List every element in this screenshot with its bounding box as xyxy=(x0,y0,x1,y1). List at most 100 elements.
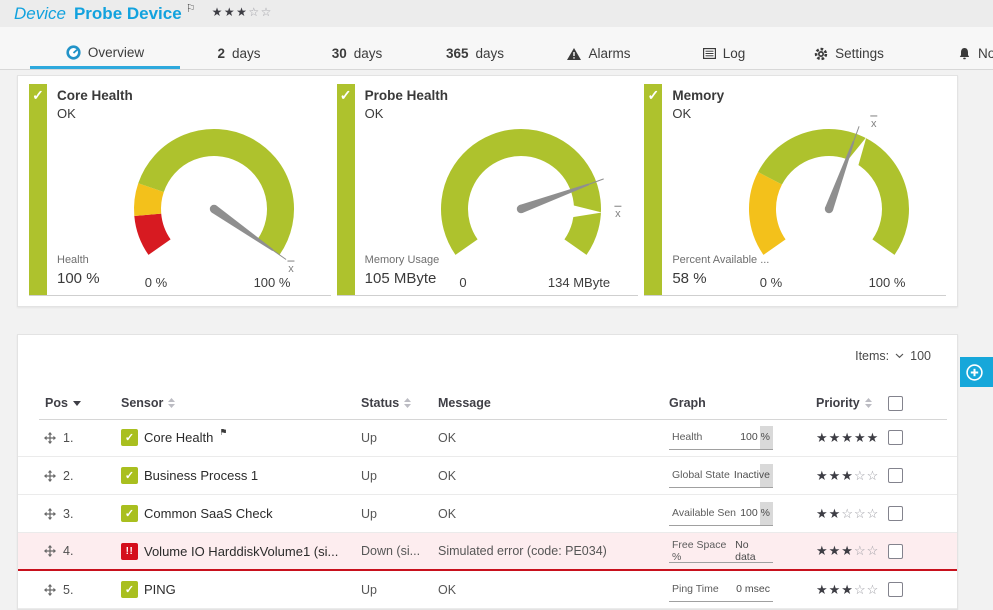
tab-30-days[interactable]: 30days xyxy=(298,38,416,69)
mini-graph-label: Free Space % xyxy=(672,539,735,563)
mini-graph-value: No data xyxy=(735,539,770,563)
svg-text:x: x xyxy=(616,208,622,220)
tab-365-days[interactable]: 365days xyxy=(416,38,534,69)
sensor-link[interactable]: Business Process 1 xyxy=(144,468,258,483)
message-text: OK xyxy=(428,431,661,445)
device-priority-stars[interactable]: ★★★☆☆ xyxy=(212,5,273,19)
sensor-link[interactable]: PING xyxy=(144,582,176,597)
column-header-message[interactable]: Message xyxy=(428,396,661,410)
gauge-card-core-health[interactable]: ✓ Core Health OK x0 %100 % Health 100 % xyxy=(29,84,331,296)
move-handle-icon[interactable] xyxy=(44,470,56,482)
bell-icon xyxy=(958,47,971,60)
gauges-panel: ✓ Core Health OK x0 %100 % Health 100 % … xyxy=(17,75,958,307)
sort-both-icon xyxy=(168,398,175,408)
title-bar: Device Probe Device ⚐ ★★★☆☆ xyxy=(0,0,993,27)
message-text: Simulated error (code: PE034) xyxy=(428,544,661,558)
status-text: Up xyxy=(351,583,428,597)
sensor-link[interactable]: Core Health xyxy=(144,430,213,445)
svg-text:134 MByte: 134 MByte xyxy=(548,275,610,290)
position-label: 2. xyxy=(63,469,73,483)
position-label: 3. xyxy=(63,507,73,521)
row-checkbox[interactable] xyxy=(888,582,903,597)
sensor-state-icon: ✓ xyxy=(121,429,138,446)
mini-graph-value: Inactive xyxy=(734,469,770,481)
sort-desc-icon xyxy=(73,401,81,406)
add-button[interactable] xyxy=(960,357,993,387)
gauge-icon xyxy=(66,45,81,60)
row-checkbox[interactable] xyxy=(888,506,903,521)
move-handle-icon[interactable] xyxy=(44,545,56,557)
page-title[interactable]: Probe Device xyxy=(74,4,182,24)
mini-graph-label: Ping Time xyxy=(672,583,719,595)
tab-2-days[interactable]: 2days xyxy=(180,38,298,69)
chevron-down-icon xyxy=(895,353,904,359)
column-header-pos[interactable]: Pos xyxy=(39,396,111,410)
tab-log[interactable]: Log xyxy=(664,38,784,69)
svg-text:0: 0 xyxy=(460,275,467,290)
table-row[interactable]: 4. !! Volume IO HarddiskVolume1 (si... ⚑… xyxy=(18,533,957,571)
gauge-title: Core Health xyxy=(57,88,133,103)
items-count-dropdown[interactable]: Items: 100 xyxy=(855,349,931,363)
mini-graph-value: 100 % xyxy=(740,507,770,519)
priority-stars[interactable]: ★★★☆☆ xyxy=(806,582,886,598)
message-text: OK xyxy=(428,469,661,483)
position-label: 5. xyxy=(63,583,73,597)
svg-text:100 %: 100 % xyxy=(253,275,290,290)
position-label: 1. xyxy=(63,431,73,445)
svg-text:x: x xyxy=(288,263,294,275)
priority-stars[interactable]: ★★★★★ xyxy=(806,430,886,446)
table-row[interactable]: 5. ✓ PING ⚑ Up OK Ping Time 0 msec ★★★☆☆ xyxy=(18,571,957,609)
move-handle-icon[interactable] xyxy=(44,432,56,444)
primary-channel: Memory Usage 105 MByte xyxy=(365,254,440,287)
mini-graph[interactable]: Free Space % No data xyxy=(669,539,773,563)
column-header-priority[interactable]: Priority xyxy=(806,396,886,410)
sort-both-icon xyxy=(404,398,411,408)
row-checkbox[interactable] xyxy=(888,430,903,445)
gauge-title: Memory xyxy=(672,88,724,103)
priority-stars[interactable]: ★★★☆☆ xyxy=(806,543,886,559)
gauge-card-memory[interactable]: ✓ Memory OK x0 %100 % Percent Available … xyxy=(644,84,946,296)
row-checkbox[interactable] xyxy=(888,544,903,559)
sensor-state-icon: !! xyxy=(121,543,138,560)
priority-stars[interactable]: ★★☆☆☆ xyxy=(806,506,886,522)
tab-notifications[interactable]: Notifications xyxy=(914,38,993,69)
sensor-ok-bar: ✓ xyxy=(29,84,47,295)
gauge-status: OK xyxy=(672,106,691,121)
mini-graph-label: Health xyxy=(672,431,702,443)
mini-graph[interactable]: Available Sen 100 % xyxy=(669,502,773,526)
column-header-sensor[interactable]: Sensor xyxy=(111,396,351,410)
mini-graph-value: 0 msec xyxy=(736,583,770,595)
column-header-status[interactable]: Status xyxy=(351,396,428,410)
sensor-state-icon: ✓ xyxy=(121,467,138,484)
mini-graph-label: Available Sen xyxy=(672,507,736,519)
row-checkbox[interactable] xyxy=(888,468,903,483)
gauge-status: OK xyxy=(365,106,384,121)
select-all-checkbox[interactable] xyxy=(888,396,903,411)
table-row[interactable]: 2. ✓ Business Process 1 ⚑ Up OK Global S… xyxy=(18,457,957,495)
mini-graph[interactable]: Health 100 % xyxy=(669,426,773,450)
column-header-graph[interactable]: Graph xyxy=(661,396,806,410)
tab-settings[interactable]: Settings xyxy=(784,38,914,69)
table-header: Pos Sensor Status Message Graph Priority xyxy=(39,387,947,420)
sort-both-icon xyxy=(865,398,872,408)
move-handle-icon[interactable] xyxy=(44,508,56,520)
table-row[interactable]: 1. ✓ Core Health ⚑ Up OK Health 100 % ★★… xyxy=(18,419,957,457)
flag-icon: ⚑ xyxy=(219,429,227,438)
table-row[interactable]: 3. ✓ Common SaaS Check ⚑ Up OK Available… xyxy=(18,495,957,533)
gauge-card-probe-health[interactable]: ✓ Probe Health OK x0134 MByte Memory Usa… xyxy=(337,84,639,296)
tab-alarms[interactable]: Alarms xyxy=(534,38,664,69)
gauge-chart: x 0 % 100 % xyxy=(99,113,329,295)
position-label: 4. xyxy=(63,544,73,558)
mini-graph[interactable]: Global State Inactive xyxy=(669,464,773,488)
move-handle-icon[interactable] xyxy=(44,584,56,596)
flag-icon[interactable]: ⚐ xyxy=(186,2,196,15)
sensor-link[interactable]: Volume IO HarddiskVolume1 (si... xyxy=(144,544,338,559)
sensor-state-icon: ✓ xyxy=(121,505,138,522)
priority-stars[interactable]: ★★★☆☆ xyxy=(806,468,886,484)
svg-text:0 %: 0 % xyxy=(144,275,167,290)
alarm-icon xyxy=(567,48,581,60)
tab-overview[interactable]: Overview xyxy=(30,38,180,69)
sensor-link[interactable]: Common SaaS Check xyxy=(144,506,273,521)
status-text: Up xyxy=(351,507,428,521)
mini-graph[interactable]: Ping Time 0 msec xyxy=(669,578,773,602)
